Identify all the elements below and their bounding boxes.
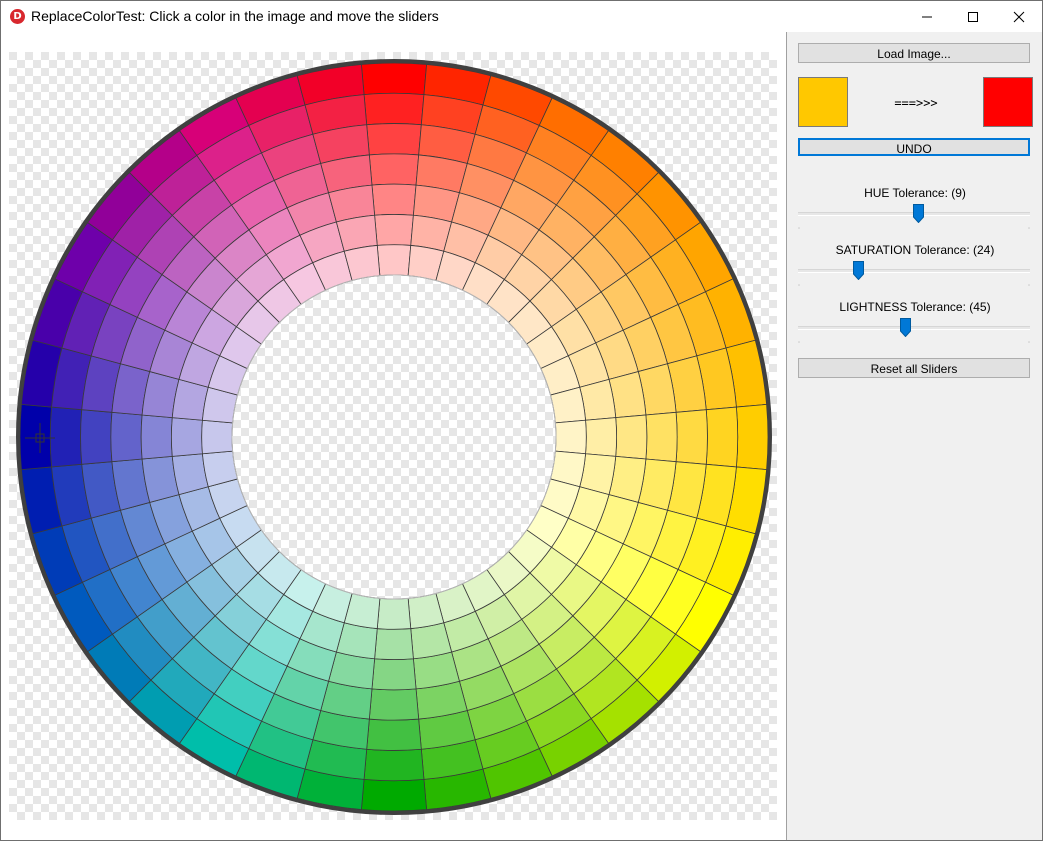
app-window: D ReplaceColorTest: Click a color in the… xyxy=(0,0,1043,841)
color-cell[interactable] xyxy=(201,419,234,455)
hue-slider-thumb[interactable] xyxy=(912,204,924,223)
color-cell[interactable] xyxy=(735,403,769,471)
hue-tolerance-label: HUE Tolerance: (9) xyxy=(864,186,966,200)
reset-sliders-button[interactable]: Reset all Sliders xyxy=(798,358,1030,378)
undo-button[interactable]: UNDO xyxy=(798,138,1030,156)
color-cell[interactable] xyxy=(140,414,173,460)
lightness-slider-ticks xyxy=(798,341,1030,343)
color-cell[interactable] xyxy=(645,411,678,463)
color-cell[interactable] xyxy=(376,244,412,277)
app-logo-icon: D xyxy=(10,9,25,24)
close-icon xyxy=(1013,11,1025,23)
color-cell[interactable] xyxy=(368,153,420,186)
color-cell[interactable] xyxy=(705,406,739,468)
maximize-button[interactable] xyxy=(950,1,996,32)
minimize-button[interactable] xyxy=(904,1,950,32)
color-wheel-image[interactable] xyxy=(1,32,786,840)
minimize-icon xyxy=(922,16,932,18)
color-cell[interactable] xyxy=(374,214,414,246)
maximize-icon xyxy=(968,12,978,22)
color-cell[interactable] xyxy=(371,183,417,216)
color-cell[interactable] xyxy=(363,748,425,782)
load-image-button[interactable]: Load Image... xyxy=(798,43,1030,63)
arrow-label: ===>>> xyxy=(894,96,938,110)
color-cell[interactable] xyxy=(554,419,587,455)
color-cell[interactable] xyxy=(360,62,428,96)
color-cell[interactable] xyxy=(675,409,708,465)
target-color-swatch[interactable] xyxy=(983,77,1033,127)
image-canvas[interactable] xyxy=(1,32,787,840)
color-cell[interactable] xyxy=(585,417,617,457)
color-cell[interactable] xyxy=(366,718,422,751)
color-cell[interactable] xyxy=(376,597,412,630)
color-cell[interactable] xyxy=(110,411,143,463)
source-color-swatch xyxy=(798,77,848,127)
close-button[interactable] xyxy=(996,1,1042,32)
hue-slider-ticks xyxy=(798,227,1030,229)
saturation-slider-thumb[interactable] xyxy=(853,261,865,280)
color-cell[interactable] xyxy=(171,417,203,457)
saturation-slider-ticks xyxy=(798,284,1030,286)
lightness-slider-track[interactable] xyxy=(798,326,1030,330)
title-bar: D ReplaceColorTest: Click a color in the… xyxy=(1,1,1042,32)
color-cell[interactable] xyxy=(615,414,648,460)
saturation-tolerance-label: SATURATION Tolerance: (24) xyxy=(835,243,995,257)
color-cell[interactable] xyxy=(371,658,417,691)
window-title: ReplaceColorTest: Click a color in the i… xyxy=(31,8,439,24)
color-cell[interactable] xyxy=(363,92,425,126)
color-cell[interactable] xyxy=(374,628,414,660)
lightness-slider-thumb[interactable] xyxy=(899,318,911,337)
color-cell[interactable] xyxy=(366,123,422,156)
color-cell[interactable] xyxy=(360,778,428,812)
saturation-slider-track[interactable] xyxy=(798,269,1030,273)
color-cell[interactable] xyxy=(368,688,420,721)
color-cell[interactable] xyxy=(49,406,83,468)
lightness-tolerance-label: LIGHTNESS Tolerance: (45) xyxy=(839,300,991,314)
color-cell[interactable] xyxy=(80,409,113,465)
